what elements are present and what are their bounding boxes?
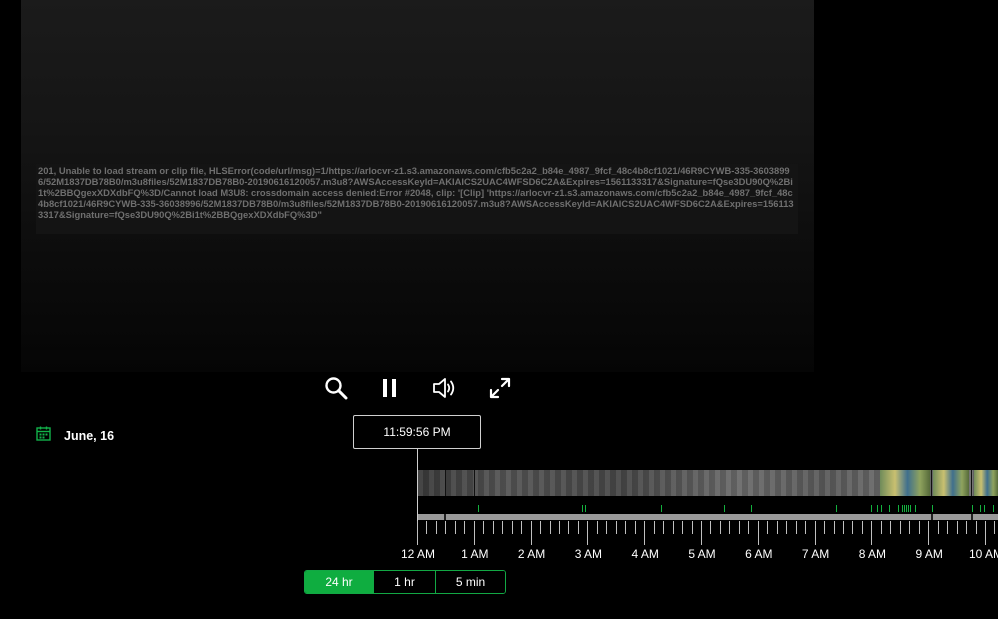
minor-tick — [682, 521, 684, 534]
current-time-label: 11:59:56 PM — [383, 425, 451, 439]
hour-tick — [814, 521, 816, 545]
minor-tick — [577, 521, 579, 534]
range-selector: 24 hr 1 hr 5 min — [304, 570, 506, 594]
minor-tick — [634, 521, 636, 534]
hour-tick — [417, 521, 418, 545]
minor-tick — [852, 521, 854, 534]
hour-tick — [530, 521, 532, 545]
error-message: 201, Unable to load stream or clip file,… — [36, 164, 798, 234]
minor-tick — [975, 521, 977, 534]
hour-tick — [644, 521, 646, 545]
range-24hr-button[interactable]: 24 hr — [305, 571, 373, 593]
minor-tick — [966, 521, 968, 534]
minor-tick — [426, 521, 428, 534]
hour-label: 10 AM — [968, 547, 998, 561]
hour-label: 9 AM — [915, 547, 943, 561]
hour-label: 1 AM — [461, 547, 489, 561]
minor-tick — [729, 521, 731, 534]
minor-tick — [521, 521, 523, 534]
minor-tick — [540, 521, 542, 534]
minor-tick — [672, 521, 674, 534]
thumbnail-strip[interactable] — [418, 470, 998, 496]
minor-tick — [767, 521, 769, 534]
minor-tick — [710, 521, 712, 534]
hour-label: 5 AM — [688, 547, 716, 561]
minor-tick — [738, 521, 740, 534]
minor-tick — [464, 521, 466, 534]
hour-tick — [587, 521, 589, 545]
minor-tick — [937, 521, 939, 534]
minor-tick — [568, 521, 570, 534]
current-time-indicator: 11:59:56 PM — [353, 415, 481, 449]
minor-tick — [748, 521, 750, 534]
minor-tick — [483, 521, 485, 534]
volume-icon[interactable] — [429, 372, 461, 404]
hour-label: 6 AM — [745, 547, 773, 561]
minor-tick — [663, 521, 665, 534]
range-1hr-button[interactable]: 1 hr — [373, 571, 435, 593]
minor-tick — [805, 521, 807, 534]
hour-label: 3 AM — [574, 547, 603, 561]
minor-tick — [502, 521, 504, 534]
minor-tick — [890, 521, 892, 534]
calendar-icon[interactable] — [36, 426, 51, 446]
minor-tick — [833, 521, 835, 534]
hour-label: 4 AM — [631, 547, 659, 561]
minor-tick — [559, 521, 560, 534]
hour-tick — [757, 521, 759, 545]
minor-tick — [843, 521, 844, 534]
minor-tick — [786, 521, 788, 534]
hour-label: 12 AM — [400, 547, 436, 561]
date-picker[interactable]: June, 16 — [36, 426, 114, 446]
minor-tick — [719, 521, 721, 534]
minor-tick — [899, 521, 901, 534]
minor-tick — [435, 521, 437, 534]
minor-tick — [454, 521, 456, 534]
hour-label: 2 AM — [517, 547, 546, 561]
hour-tick — [985, 521, 986, 545]
minor-tick — [994, 521, 996, 534]
minor-tick — [653, 521, 655, 534]
range-5min-button[interactable]: 5 min — [435, 571, 505, 593]
hour-label: 7 AM — [801, 547, 830, 561]
hour-tick — [701, 521, 702, 545]
minor-tick — [511, 521, 513, 534]
recording-bar[interactable] — [418, 514, 998, 520]
minor-tick — [824, 521, 826, 534]
minor-tick — [549, 521, 551, 534]
minor-tick — [445, 521, 447, 534]
minor-tick — [776, 521, 778, 534]
minor-tick — [909, 521, 911, 534]
date-label: June, 16 — [64, 429, 115, 443]
minor-tick — [615, 521, 617, 534]
minor-tick — [691, 521, 693, 534]
hour-tick — [928, 521, 930, 545]
hour-tick — [473, 521, 475, 545]
minor-tick — [947, 521, 949, 534]
minor-tick — [956, 521, 958, 534]
hour-tick — [871, 521, 873, 545]
fullscreen-icon[interactable] — [484, 372, 516, 404]
minor-tick — [596, 521, 598, 534]
minor-tick — [795, 521, 797, 534]
pause-icon[interactable] — [374, 372, 406, 404]
event-markers — [418, 505, 998, 513]
minor-tick — [625, 521, 627, 534]
minor-tick — [606, 521, 608, 534]
minor-tick — [880, 521, 882, 534]
hour-label: 8 AM — [858, 547, 887, 561]
minor-tick — [918, 521, 920, 534]
minor-tick — [492, 521, 494, 534]
minor-tick — [861, 521, 863, 534]
search-icon[interactable] — [320, 372, 352, 404]
timeline-ticks — [417, 521, 998, 545]
